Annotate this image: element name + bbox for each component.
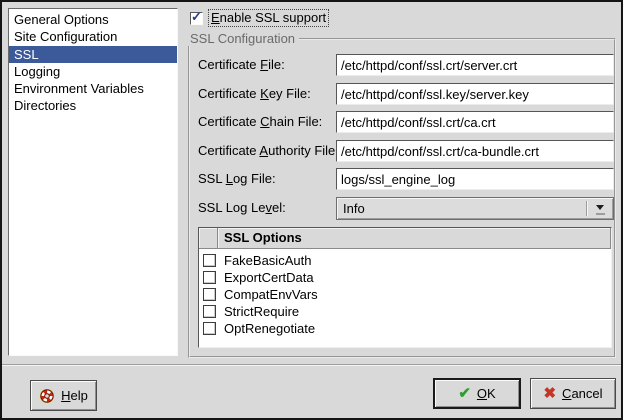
sidebar-item-logging[interactable]: Logging (9, 63, 177, 80)
cancel-button[interactable]: ✖ Cancel (530, 378, 616, 409)
strictrequire-checkbox[interactable] (203, 305, 216, 318)
certificate-authority-file-label: Certificate Authority File: (198, 140, 339, 162)
table-row[interactable]: CompatEnvVars (199, 286, 611, 303)
certificate-key-file-label: Certificate Key File: (198, 83, 311, 105)
cancel-button-label: Cancel (562, 386, 602, 401)
sidebar-item-site-configuration[interactable]: Site Configuration (9, 28, 177, 45)
compatenvvars-checkbox[interactable] (203, 288, 216, 301)
option-label: ExportCertData (224, 270, 314, 285)
optrenegotiate-checkbox[interactable] (203, 322, 216, 335)
ssl-options-table-header: SSL Options (199, 228, 611, 249)
sidebar-item-environment-variables[interactable]: Environment Variables (9, 80, 177, 97)
enable-ssl-label-post: nable SSL support (220, 10, 326, 25)
lifebuoy-help-icon (39, 388, 55, 404)
ssl-options-table-body: FakeBasicAuth ExportCertData CompatEnvVa… (199, 249, 611, 337)
button-area-separator (2, 364, 623, 366)
enable-ssl-checkbox[interactable]: ✓ (190, 12, 203, 25)
certificate-chain-file-input[interactable] (336, 111, 614, 133)
enable-ssl-label-mnemonic: E (211, 10, 220, 25)
sidebar-item-ssl[interactable]: SSL (9, 46, 177, 63)
sidebar-item-directories[interactable]: Directories (9, 97, 177, 114)
ssl-options-column-header[interactable]: SSL Options (218, 228, 611, 249)
checkmark-icon: ✓ (191, 9, 202, 25)
checkbox-column-header[interactable] (199, 228, 218, 249)
option-label: StrictRequire (224, 304, 299, 319)
ssl-log-level-value: Info (343, 201, 365, 216)
combo-separator (586, 201, 588, 216)
option-label: CompatEnvVars (224, 287, 318, 302)
exportcertdata-checkbox[interactable] (203, 271, 216, 284)
enable-ssl-label[interactable]: Enable SSL support (208, 9, 329, 27)
help-button[interactable]: Help (30, 380, 97, 411)
ssl-configuration-dialog: General Options Site Configuration SSL L… (0, 0, 623, 420)
certificate-file-label: Certificate File: (198, 54, 285, 76)
ok-button[interactable]: ✔ OK (433, 378, 521, 409)
category-list: General Options Site Configuration SSL L… (8, 8, 178, 356)
ssl-log-level-dropdown[interactable]: Info (336, 197, 614, 220)
table-row[interactable]: OptRenegotiate (199, 320, 611, 337)
ssl-log-file-label: SSL Log File: (198, 168, 276, 190)
table-row[interactable]: StrictRequire (199, 303, 611, 320)
certificate-key-file-input[interactable] (336, 83, 614, 105)
ok-button-label: OK (477, 386, 496, 401)
certificate-chain-file-label: Certificate Chain File: (198, 111, 322, 133)
frame-title: SSL Configuration (186, 31, 299, 46)
ssl-log-file-input[interactable] (336, 168, 614, 190)
enable-ssl-row: ✓ Enable SSL support (190, 9, 329, 27)
ssl-options-table: SSL Options FakeBasicAuth ExportCertData… (198, 227, 612, 348)
option-label: OptRenegotiate (224, 321, 315, 336)
certificate-file-input[interactable] (336, 54, 614, 76)
fakebasicauth-checkbox[interactable] (203, 254, 216, 267)
chevron-down-icon (596, 205, 604, 210)
ssl-log-level-label: SSL Log Level: (198, 197, 286, 219)
table-row[interactable]: FakeBasicAuth (199, 252, 611, 269)
option-label: FakeBasicAuth (224, 253, 311, 268)
sidebar-item-general-options[interactable]: General Options (9, 11, 177, 28)
table-row[interactable]: ExportCertData (199, 269, 611, 286)
certificate-authority-file-input[interactable] (336, 140, 614, 162)
combo-indicator-bar (596, 213, 605, 215)
help-button-label: Help (61, 388, 88, 403)
